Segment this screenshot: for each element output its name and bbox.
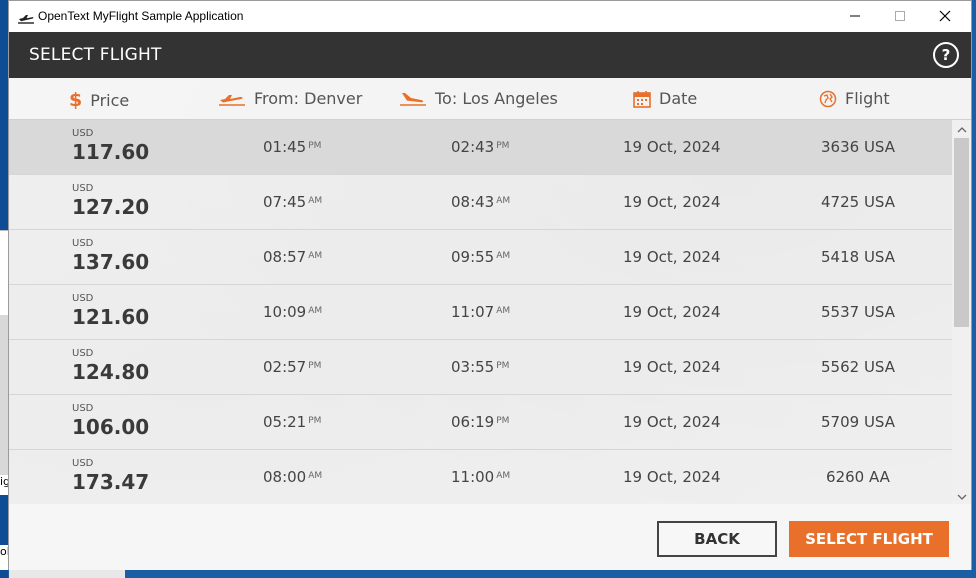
column-header-label: Flight bbox=[845, 89, 890, 108]
price-value: 124.80 bbox=[72, 360, 150, 384]
table-row[interactable]: USD 117.60 01:45 PM 02:43 PM 19 Oct, 2024 … bbox=[9, 120, 952, 175]
app-window: OpenText MyFlight Sample Application SEL… bbox=[8, 0, 972, 570]
table-row[interactable]: USD 106.00 05:21 PM 06:19 PM 19 Oct, 2024 … bbox=[9, 395, 952, 450]
vertical-scrollbar[interactable] bbox=[952, 120, 971, 504]
arrival-time: 11:00 AM bbox=[451, 468, 511, 486]
back-button[interactable]: BACK bbox=[657, 521, 777, 557]
arrival-time: 11:07 AM bbox=[451, 303, 511, 321]
flight-number: 5537 USA bbox=[821, 303, 895, 321]
flight-date: 19 Oct, 2024 bbox=[623, 413, 721, 431]
flight-number: 5418 USA bbox=[821, 248, 895, 266]
arrival-time: 08:43 AM bbox=[451, 193, 511, 211]
price-value: 173.47 bbox=[72, 470, 150, 494]
column-header-label: Price bbox=[90, 90, 130, 110]
arrival-time: 09:55 AM bbox=[451, 248, 511, 266]
table-row[interactable]: USD 124.80 02:57 PM 03:55 PM 19 Oct, 2024 … bbox=[9, 340, 952, 395]
departure-time: 01:45 PM bbox=[263, 138, 322, 156]
maximize-button[interactable] bbox=[877, 1, 922, 31]
price-value: 117.60 bbox=[72, 140, 150, 164]
column-header-price[interactable]: $ Price bbox=[69, 89, 129, 111]
flight-number: 6260 AA bbox=[826, 468, 890, 486]
column-header-to[interactable]: To: Los Angeles bbox=[399, 89, 558, 108]
column-header-label: To: Los Angeles bbox=[435, 89, 558, 108]
flight-table: USD 117.60 01:45 PM 02:43 PM 19 Oct, 2024 … bbox=[9, 120, 952, 504]
arrival-time: 06:19 PM bbox=[451, 413, 510, 431]
column-header-label: From: Denver bbox=[254, 89, 363, 108]
flight-date: 19 Oct, 2024 bbox=[623, 303, 721, 321]
flight-date: 19 Oct, 2024 bbox=[623, 468, 721, 486]
flight-date: 19 Oct, 2024 bbox=[623, 138, 721, 156]
page-header: SELECT FLIGHT ? bbox=[9, 32, 971, 78]
departure-time: 08:00 AM bbox=[263, 468, 323, 486]
table-row[interactable]: USD 127.20 07:45 AM 08:43 AM 19 Oct, 2024 … bbox=[9, 175, 952, 230]
departure-time: 05:21 PM bbox=[263, 413, 322, 431]
column-header-date[interactable]: Date bbox=[633, 89, 697, 108]
flight-number: 3636 USA bbox=[821, 138, 895, 156]
landing-icon bbox=[399, 91, 427, 107]
price-value: 121.60 bbox=[72, 305, 150, 329]
column-headers: $ Price From: Denver To: Los Angeles Dat… bbox=[9, 78, 971, 120]
globe-icon bbox=[819, 90, 837, 108]
column-header-from[interactable]: From: Denver bbox=[218, 89, 362, 108]
window-title: OpenText MyFlight Sample Application bbox=[38, 9, 244, 23]
price-currency: USD bbox=[72, 403, 94, 414]
scroll-up-button[interactable] bbox=[952, 120, 971, 137]
price-currency: USD bbox=[72, 293, 94, 304]
flight-number: 5562 USA bbox=[821, 358, 895, 376]
price-currency: USD bbox=[72, 458, 94, 469]
price-currency: USD bbox=[72, 183, 94, 194]
close-button[interactable] bbox=[922, 1, 967, 31]
departure-time: 10:09 AM bbox=[263, 303, 323, 321]
flight-list-panel: $ Price From: Denver To: Los Angeles Dat… bbox=[9, 78, 971, 570]
price-currency: USD bbox=[72, 128, 94, 139]
dollar-icon: $ bbox=[69, 89, 83, 111]
arrival-time: 03:55 PM bbox=[451, 358, 510, 376]
flight-date: 19 Oct, 2024 bbox=[623, 193, 721, 211]
chevron-down-icon bbox=[957, 486, 967, 505]
calendar-icon bbox=[633, 90, 651, 108]
help-button[interactable]: ? bbox=[933, 42, 959, 68]
takeoff-icon bbox=[218, 91, 246, 107]
column-header-flight[interactable]: Flight bbox=[819, 89, 890, 108]
title-bar[interactable]: OpenText MyFlight Sample Application bbox=[9, 1, 971, 32]
table-row[interactable]: USD 137.60 08:57 AM 09:55 AM 19 Oct, 2024 … bbox=[9, 230, 952, 285]
select-flight-button[interactable]: SELECT FLIGHT bbox=[789, 521, 949, 557]
departure-time: 08:57 AM bbox=[263, 248, 323, 266]
column-header-label: Date bbox=[659, 89, 698, 108]
price-value: 106.00 bbox=[72, 415, 150, 439]
scroll-down-button[interactable] bbox=[952, 487, 971, 504]
table-row[interactable]: USD 173.47 08:00 AM 11:00 AM 19 Oct, 2024 … bbox=[9, 450, 952, 504]
price-currency: USD bbox=[72, 238, 94, 249]
flight-number: 5709 USA bbox=[821, 413, 895, 431]
minimize-button[interactable] bbox=[832, 1, 877, 31]
flight-date: 19 Oct, 2024 bbox=[623, 248, 721, 266]
table-row[interactable]: USD 121.60 10:09 AM 11:07 AM 19 Oct, 2024 … bbox=[9, 285, 952, 340]
departure-time: 02:57 PM bbox=[263, 358, 322, 376]
airplane-takeoff-icon bbox=[17, 10, 35, 24]
close-icon bbox=[939, 7, 951, 26]
scrollbar-thumb[interactable] bbox=[954, 138, 969, 327]
chevron-up-icon bbox=[957, 119, 967, 138]
action-bar: BACK SELECT FLIGHT bbox=[9, 504, 971, 570]
price-currency: USD bbox=[72, 348, 94, 359]
page-title: SELECT FLIGHT bbox=[29, 45, 162, 65]
price-value: 137.60 bbox=[72, 250, 150, 274]
departure-time: 07:45 AM bbox=[263, 193, 323, 211]
flight-date: 19 Oct, 2024 bbox=[623, 358, 721, 376]
price-value: 127.20 bbox=[72, 195, 150, 219]
arrival-time: 02:43 PM bbox=[451, 138, 510, 156]
flight-number: 4725 USA bbox=[821, 193, 895, 211]
